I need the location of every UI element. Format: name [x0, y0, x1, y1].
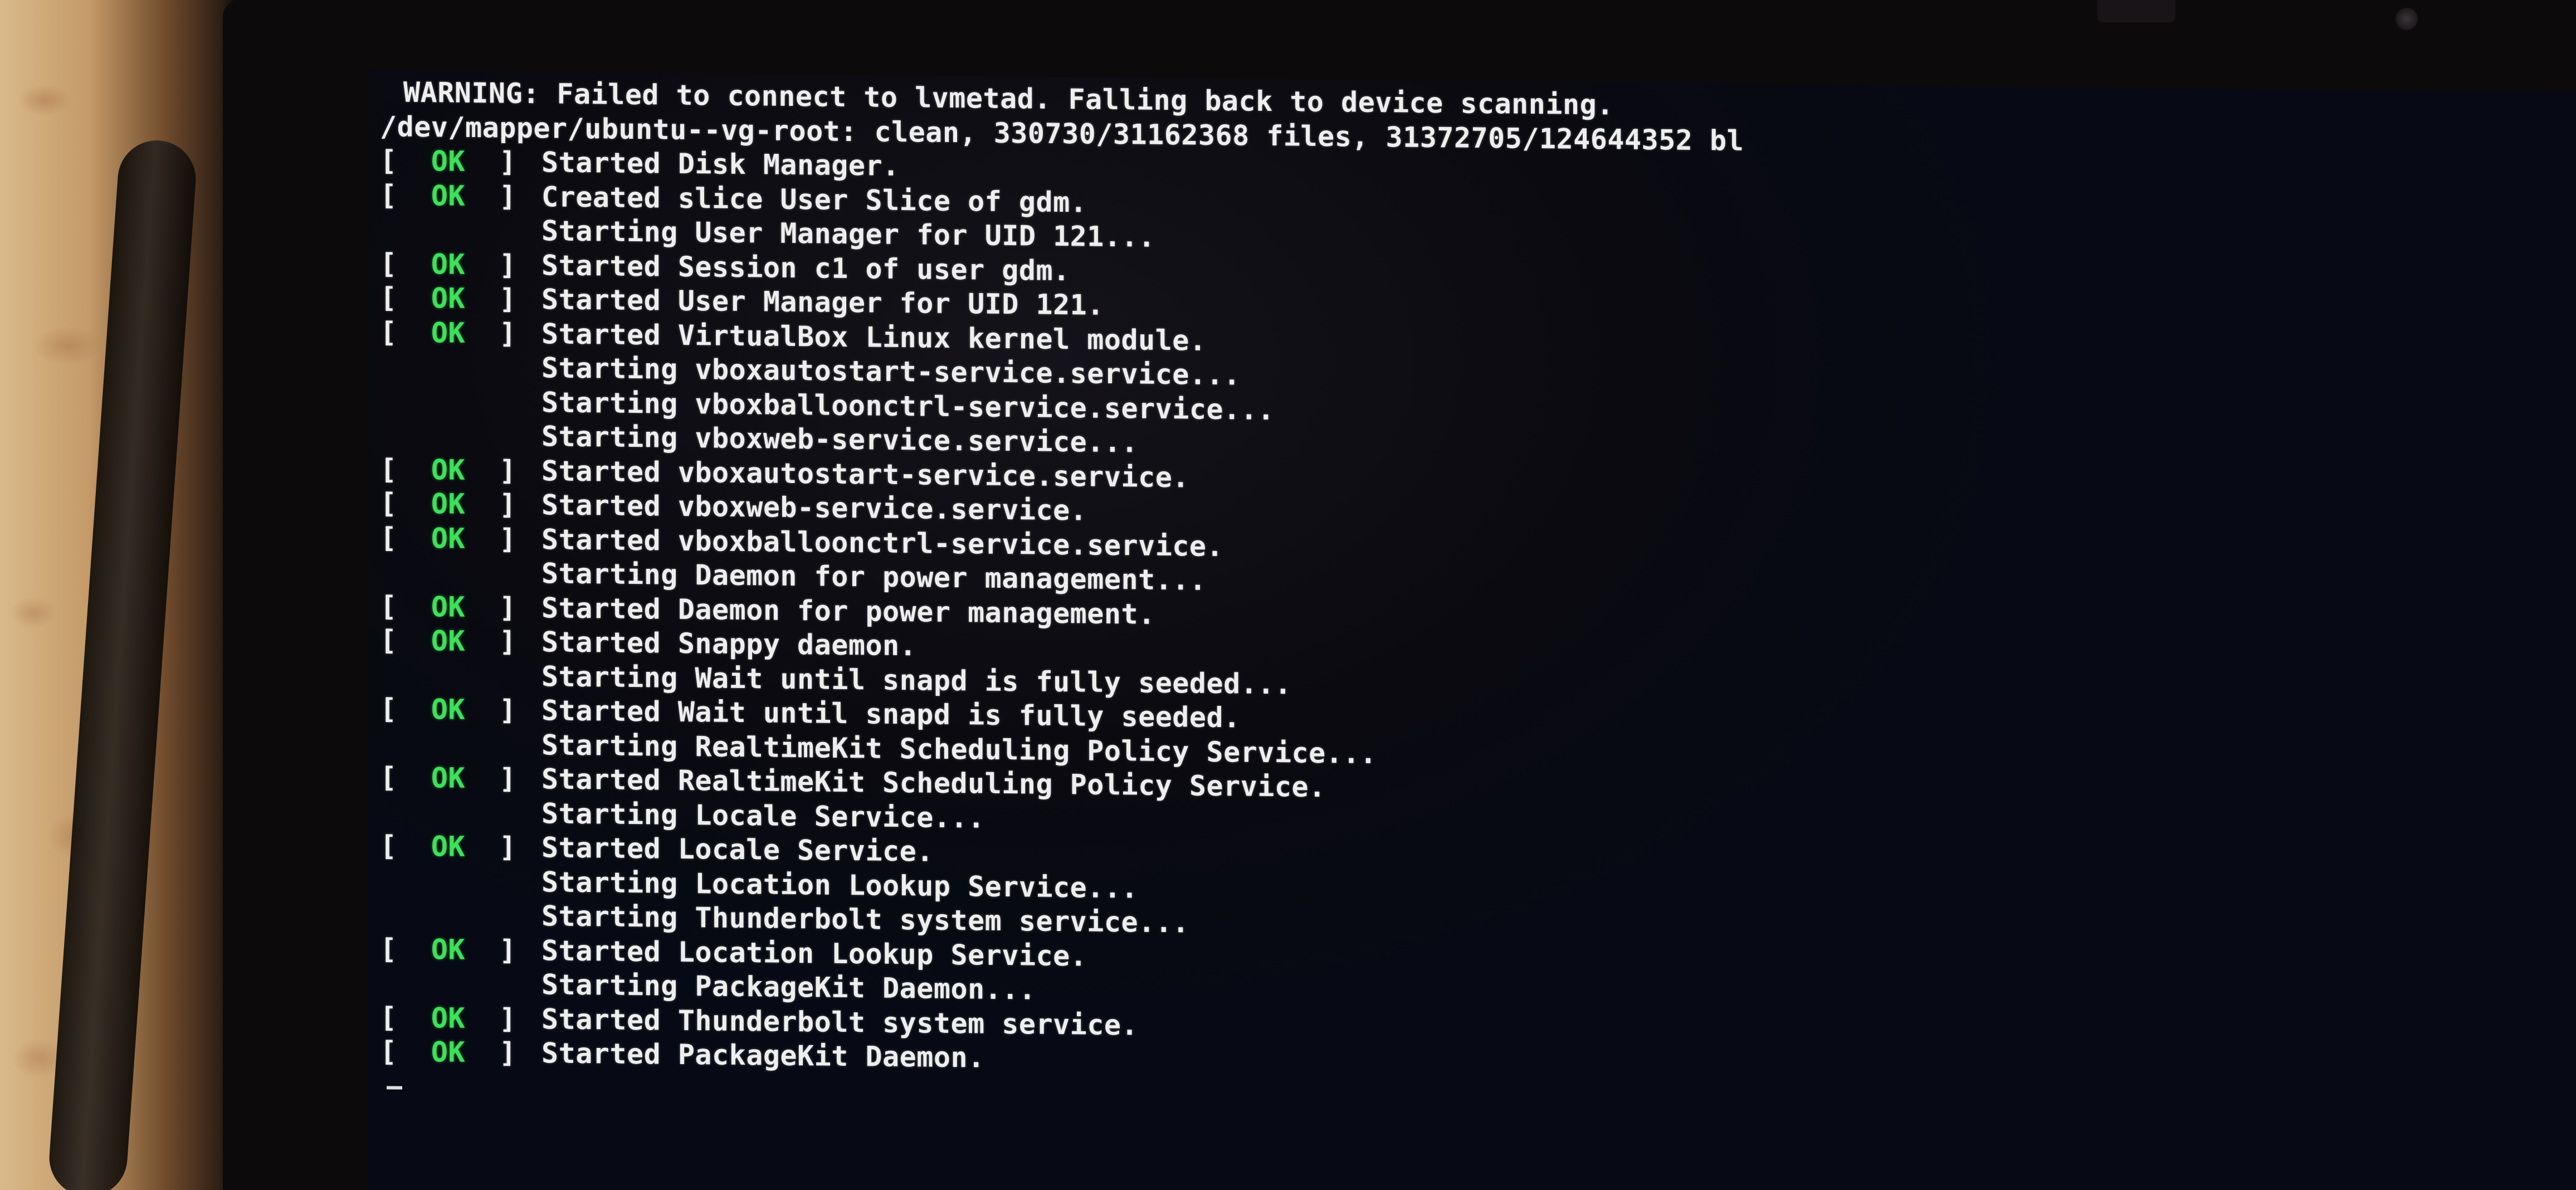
console-line-text: Created slice User Slice of gdm.	[541, 180, 1087, 219]
status-column: [ OK ]	[380, 247, 516, 281]
boot-console-output: WARNING: Failed to connect to lvmetad. F…	[380, 75, 1744, 1118]
console-line-text: Started VirtualBox Linux kernel module.	[541, 317, 1207, 357]
status-column	[380, 821, 541, 823]
status-column	[380, 924, 541, 925]
status-column: [ OK ]	[380, 761, 516, 795]
ok-status-badge: OK	[431, 590, 466, 623]
ok-status-badge: OK	[431, 933, 466, 966]
console-line-text: Starting vboxballoonctrl-service.service…	[541, 386, 1275, 426]
ok-status-badge: OK	[431, 145, 466, 178]
console-line-text: Starting vboxweb-service.service...	[541, 420, 1139, 459]
status-column: [ OK ]	[380, 521, 516, 555]
status-column	[380, 444, 541, 446]
console-line-text: Started Thunderbolt system service.	[541, 1002, 1139, 1041]
console-line-text: Started Disk Manager.	[541, 146, 900, 182]
console-line-text: Started vboxautostart-service.service.	[541, 454, 1189, 494]
status-column: [ OK ]	[380, 281, 516, 315]
status-column	[380, 992, 541, 994]
console-line-text: Started PackageKit Daemon.	[541, 1037, 985, 1074]
ok-status-badge: OK	[431, 453, 466, 486]
status-column: [ OK ]	[380, 315, 516, 350]
console-line-text: Started User Manager for UID 121.	[541, 283, 1104, 321]
ok-status-badge: OK	[431, 1001, 466, 1035]
ok-status-badge: OK	[431, 316, 466, 349]
console-line-text: Started Daemon for power management.	[541, 591, 1155, 631]
photo-scene: WARNING: Failed to connect to lvmetad. F…	[0, 0, 2576, 1190]
status-column: [ OK ]	[380, 830, 516, 864]
status-column: [ OK ]	[380, 589, 516, 624]
status-column	[380, 684, 541, 686]
console-line-text: Started Session c1 of user gdm.	[541, 248, 1070, 287]
status-column	[380, 890, 541, 891]
status-column: [ OK ]	[380, 932, 516, 967]
cursor-icon	[387, 1086, 402, 1090]
ok-status-badge: OK	[431, 830, 466, 863]
console-line-text: Started vboxweb-service.service.	[541, 489, 1087, 527]
ok-status-badge: OK	[431, 179, 466, 212]
ok-status-badge: OK	[431, 1036, 466, 1069]
ok-status-badge: OK	[431, 762, 466, 794]
console-line-text: Started Locale Service.	[541, 831, 934, 868]
status-column: [ OK ]	[380, 144, 516, 178]
console-line-text: Starting PackageKit Daemon...	[541, 968, 1036, 1006]
status-column: [ OK ]	[380, 624, 516, 658]
terminal-screen[interactable]: WARNING: Failed to connect to lvmetad. F…	[368, 70, 2576, 1190]
ok-status-badge: OK	[431, 247, 466, 281]
status-column: [ OK ]	[380, 487, 516, 521]
console-line-text: Starting Daemon for power management...	[541, 557, 1207, 597]
bezel-notch	[2097, 0, 2175, 22]
console-line-text: Started Snappy daemon.	[541, 626, 917, 662]
console-line-text: Starting vboxautostart-service.service..…	[541, 352, 1241, 392]
console-line-text: Starting User Manager for UID 121...	[541, 214, 1155, 253]
status-column	[380, 753, 541, 754]
status-column: [ OK ]	[380, 178, 516, 213]
console-line-text: Starting Location Lookup Service...	[541, 865, 1139, 904]
console-line-text: Starting Wait until snapd is fully seede…	[541, 660, 1292, 700]
console-line-text: Started vboxballoonctrl-service.service.	[541, 523, 1224, 563]
status-column	[380, 375, 541, 377]
ok-status-badge: OK	[431, 521, 466, 555]
console-line-text: Started Location Lookup Service.	[541, 934, 1087, 973]
ok-status-badge: OK	[431, 282, 466, 315]
console-line-text: Starting Locale Service...	[541, 797, 985, 835]
ok-status-badge: OK	[431, 487, 466, 520]
status-column	[380, 581, 541, 583]
status-column: [ OK ]	[380, 1035, 516, 1069]
console-line-text: Starting Thunderbolt system service...	[541, 900, 1189, 939]
ok-status-badge: OK	[431, 625, 466, 657]
status-column: [ OK ]	[380, 692, 516, 726]
console-line-text: Started Wait until snapd is fully seeded…	[541, 694, 1241, 734]
status-column: [ OK ]	[380, 452, 516, 487]
power-indicator-icon	[2396, 8, 2418, 30]
status-column	[380, 238, 541, 240]
status-column: [ OK ]	[380, 1001, 516, 1035]
ok-status-badge: OK	[431, 693, 466, 726]
console-line-text: Started RealtimeKit Scheduling Policy Se…	[541, 763, 1326, 804]
status-column	[380, 410, 541, 412]
